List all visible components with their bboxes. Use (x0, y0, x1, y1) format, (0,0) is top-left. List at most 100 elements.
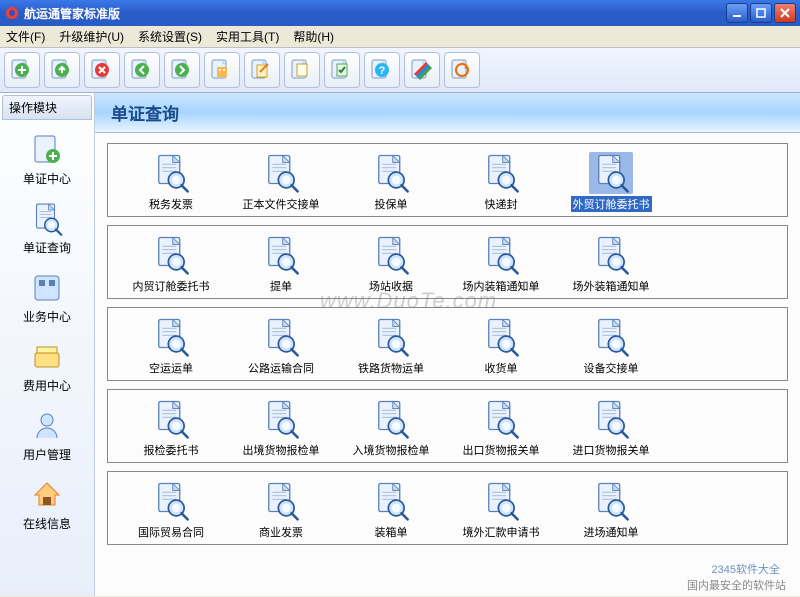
doc-item[interactable]: 公路运输合同 (226, 314, 336, 378)
main-content: 税务发票 正本文件交接单 投保单 快递封 外贸订舱委托书内贸订舱委托书 提单 场站收据 场内装… (95, 133, 800, 596)
doc-item[interactable]: 出口货物报关单 (446, 396, 556, 460)
close-button[interactable] (774, 3, 796, 23)
toolbar-help-button[interactable]: ? (364, 52, 400, 88)
toolbar-edit-button[interactable] (244, 52, 280, 88)
app-icon (4, 5, 20, 21)
doc-item[interactable]: 空运运单 (116, 314, 226, 378)
window-title: 航运通管家标准版 (24, 5, 726, 22)
toolbar-open-button[interactable] (44, 52, 80, 88)
biz-icon (29, 270, 65, 306)
maximize-button[interactable] (750, 3, 772, 23)
menu-help[interactable]: 帮助(H) (293, 28, 334, 45)
doc-item[interactable]: 入境货物报检单 (336, 396, 446, 460)
doc-item[interactable]: 场站收据 (336, 232, 446, 296)
doc-item-label: 场内装箱通知单 (463, 278, 540, 294)
doc-item-label: 投保单 (375, 196, 408, 212)
doc-item[interactable]: 国际贸易合同 (116, 478, 226, 542)
doc-item-label: 内贸订舱委托书 (133, 278, 210, 294)
toolbar-page-button[interactable] (284, 52, 320, 88)
doc-item-label: 国际贸易合同 (138, 524, 204, 540)
toolbar-building-button[interactable] (204, 52, 240, 88)
doc-search-icon (589, 316, 633, 358)
doc-item-label: 场外装箱通知单 (573, 278, 650, 294)
doc-search-icon (149, 480, 193, 522)
doc-item-label: 出境货物报检单 (243, 442, 320, 458)
doc-item[interactable]: 进场通知单 (556, 478, 666, 542)
toolbar-add-button[interactable] (4, 52, 40, 88)
doc-group-0: 税务发票 正本文件交接单 投保单 快递封 外贸订舱委托书 (107, 143, 788, 217)
doc-item-label: 场站收据 (369, 278, 413, 294)
doc-search-icon (479, 398, 523, 440)
toolbar: ? (0, 48, 800, 93)
page-title: 单证查询 (111, 100, 179, 125)
doc-item[interactable]: 报检委托书 (116, 396, 226, 460)
window-titlebar: 航运通管家标准版 (0, 0, 800, 26)
doc-item[interactable]: 快递封 (446, 150, 556, 214)
sidebar-item-label: 用户管理 (23, 446, 71, 463)
doc-item[interactable]: 设备交接单 (556, 314, 666, 378)
doc-search-icon (149, 398, 193, 440)
toolbar-delete-button[interactable] (84, 52, 120, 88)
doc-item-label: 装箱单 (375, 524, 408, 540)
menu-file[interactable]: 文件(F) (6, 28, 45, 45)
toolbar-stripes-button[interactable] (404, 52, 440, 88)
doc-search-icon (479, 234, 523, 276)
sidebar-item-label: 单证中心 (23, 170, 71, 187)
doc-item[interactable]: 提单 (226, 232, 336, 296)
doc-item-label: 进场通知单 (584, 524, 639, 540)
toolbar-check-button[interactable] (324, 52, 360, 88)
doc-item[interactable]: 铁路货物运单 (336, 314, 446, 378)
doc-item-label: 提单 (270, 278, 292, 294)
doc-search-icon (369, 152, 413, 194)
doc-search-icon (479, 480, 523, 522)
toolbar-forward-button[interactable] (164, 52, 200, 88)
doc-item[interactable]: 正本文件交接单 (226, 150, 336, 214)
doc-item[interactable]: 收货单 (446, 314, 556, 378)
doc-search-icon (589, 234, 633, 276)
sidebar-item-5[interactable]: 在线信息 (0, 471, 94, 540)
sidebar-item-4[interactable]: 用户管理 (0, 402, 94, 471)
sidebar-item-label: 费用中心 (23, 377, 71, 394)
doc-item[interactable]: 投保单 (336, 150, 446, 214)
doc-item[interactable]: 外贸订舱委托书 (556, 150, 666, 214)
doc-item-label: 境外汇款申请书 (463, 524, 540, 540)
doc-search-icon (29, 201, 65, 237)
sidebar-item-1[interactable]: 单证查询 (0, 195, 94, 264)
doc-item[interactable]: 场外装箱通知单 (556, 232, 666, 296)
doc-item[interactable]: 场内装箱通知单 (446, 232, 556, 296)
doc-item[interactable]: 税务发票 (116, 150, 226, 214)
toolbar-back-button[interactable] (124, 52, 160, 88)
menu-tools[interactable]: 实用工具(T) (216, 28, 279, 45)
doc-search-icon (369, 316, 413, 358)
toolbar-refresh-button[interactable] (444, 52, 480, 88)
doc-item-label: 入境货物报检单 (353, 442, 430, 458)
sidebar-item-3[interactable]: 费用中心 (0, 333, 94, 402)
minimize-button[interactable] (726, 3, 748, 23)
doc-item[interactable]: 境外汇款申请书 (446, 478, 556, 542)
doc-item[interactable]: 进口货物报关单 (556, 396, 666, 460)
sidebar-item-0[interactable]: 单证中心 (0, 126, 94, 195)
doc-search-icon (259, 398, 303, 440)
home-icon (29, 477, 65, 513)
doc-item[interactable]: 装箱单 (336, 478, 446, 542)
doc-item-label: 铁路货物运单 (358, 360, 424, 376)
doc-search-icon (149, 316, 193, 358)
doc-item-label: 空运运单 (149, 360, 193, 376)
doc-search-icon (259, 234, 303, 276)
doc-search-icon (589, 152, 633, 194)
menu-system[interactable]: 系统设置(S) (138, 28, 202, 45)
doc-group-2: 空运运单 公路运输合同铁路货物运单 收货单设备交接单 (107, 307, 788, 381)
doc-item-label: 外贸订舱委托书 (571, 196, 652, 212)
doc-item-label: 正本文件交接单 (243, 196, 320, 212)
menu-upgrade[interactable]: 升级维护(U) (59, 28, 124, 45)
doc-item-label: 税务发票 (149, 196, 193, 212)
doc-search-icon (479, 316, 523, 358)
doc-search-icon (369, 480, 413, 522)
sidebar-item-2[interactable]: 业务中心 (0, 264, 94, 333)
doc-item[interactable]: 内贸订舱委托书 (116, 232, 226, 296)
doc-item-label: 快递封 (485, 196, 518, 212)
doc-item-label: 报检委托书 (144, 442, 199, 458)
doc-item[interactable]: 商业发票 (226, 478, 336, 542)
fee-icon (29, 339, 65, 375)
doc-item[interactable]: 出境货物报检单 (226, 396, 336, 460)
